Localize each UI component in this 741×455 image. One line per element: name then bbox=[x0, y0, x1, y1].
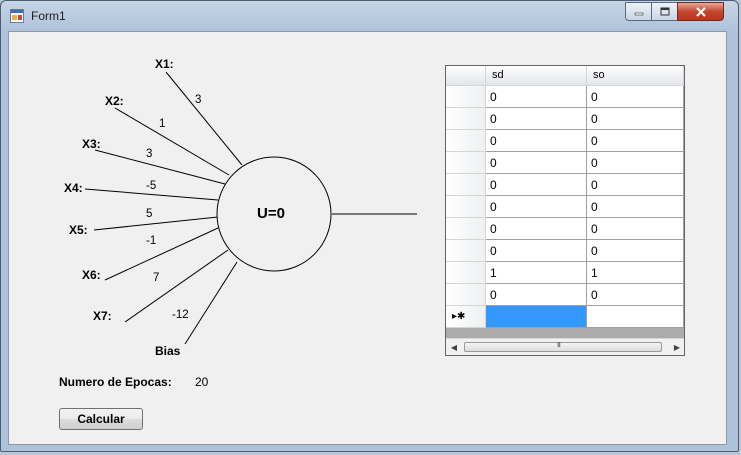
app-icon bbox=[10, 9, 24, 23]
input-label-x6: X6: bbox=[82, 268, 101, 282]
weight-value-x1: 3 bbox=[195, 94, 202, 106]
grid-header-row: sd so bbox=[446, 66, 684, 86]
cell-sd[interactable]: 0 bbox=[486, 284, 587, 306]
cell-sd[interactable]: 0 bbox=[486, 196, 587, 218]
scrollbar-grip: III bbox=[557, 342, 561, 349]
minimize-button[interactable] bbox=[625, 2, 652, 21]
input-line-x2 bbox=[114, 107, 230, 176]
weight-value-x5: 5 bbox=[146, 208, 153, 220]
weight-value-x4: -5 bbox=[146, 180, 157, 192]
row-header[interactable] bbox=[446, 218, 486, 240]
scroll-right-arrow-icon[interactable]: ▶ bbox=[671, 342, 683, 353]
epocas-label: Numero de Epocas: bbox=[59, 375, 172, 389]
maximize-button[interactable] bbox=[651, 2, 678, 21]
epocas-value: 20 bbox=[195, 375, 209, 389]
cell-so[interactable]: 0 bbox=[587, 284, 684, 306]
grid-corner-header[interactable] bbox=[446, 66, 486, 86]
neuron-output-label: U=0 bbox=[257, 205, 285, 222]
row-header[interactable] bbox=[446, 108, 486, 130]
row-header[interactable] bbox=[446, 284, 486, 306]
data-grid[interactable]: sd so 0 0 0 0 0 0 0 0 0 0 0 0 0 0 0 0 1 1 0 0 ▸✱ ◀ III ▶ bbox=[445, 65, 685, 356]
input-label-x1: X1: bbox=[155, 57, 174, 71]
cell-so[interactable]: 0 bbox=[587, 108, 684, 130]
column-header-sd[interactable]: sd bbox=[486, 66, 587, 86]
window-title: Form1 bbox=[31, 9, 66, 23]
weight-value-x2: 1 bbox=[159, 118, 166, 130]
cell-sd[interactable]: 0 bbox=[486, 130, 587, 152]
row-header[interactable] bbox=[446, 130, 486, 152]
table-row[interactable]: 00 bbox=[446, 240, 684, 262]
cell-sd[interactable]: 0 bbox=[486, 86, 587, 108]
table-row[interactable]: 00 bbox=[446, 152, 684, 174]
input-label-x7: X7: bbox=[93, 309, 112, 323]
table-row[interactable]: 00 bbox=[446, 196, 684, 218]
row-header[interactable] bbox=[446, 174, 486, 196]
table-row[interactable]: 11 bbox=[446, 262, 684, 284]
input-line-x6 bbox=[104, 227, 219, 281]
close-icon bbox=[695, 6, 706, 17]
weight-value-x3: 3 bbox=[146, 148, 153, 160]
form-client-area: X1: 3 X2: 1 X3: 3 X4: -5 X5: 5 X6: -1 X7… bbox=[8, 31, 727, 445]
table-row[interactable]: 00 bbox=[446, 218, 684, 240]
row-header[interactable] bbox=[446, 86, 486, 108]
input-label-x2: X2: bbox=[105, 94, 124, 108]
cell-sd[interactable]: 0 bbox=[486, 108, 587, 130]
close-button[interactable] bbox=[677, 2, 724, 21]
input-line-x5 bbox=[93, 216, 219, 231]
minimize-icon bbox=[634, 12, 643, 15]
row-header[interactable] bbox=[446, 152, 486, 174]
input-line-x1 bbox=[165, 71, 243, 166]
new-row[interactable]: ▸✱ bbox=[446, 306, 684, 328]
table-row[interactable]: 00 bbox=[446, 86, 684, 108]
cell-sd[interactable]: 0 bbox=[486, 174, 587, 196]
row-header[interactable] bbox=[446, 196, 486, 218]
bias-weight-value: -12 bbox=[172, 309, 189, 321]
row-header[interactable] bbox=[446, 240, 486, 262]
cell-so[interactable]: 0 bbox=[587, 130, 684, 152]
row-header[interactable] bbox=[446, 262, 486, 284]
cell-sd[interactable]: 0 bbox=[486, 218, 587, 240]
new-row-cell-so[interactable] bbox=[587, 306, 684, 328]
cell-so[interactable]: 0 bbox=[587, 196, 684, 218]
horizontal-scrollbar[interactable]: ◀ III ▶ bbox=[446, 338, 684, 355]
table-row[interactable]: 00 bbox=[446, 108, 684, 130]
cell-so[interactable]: 0 bbox=[587, 86, 684, 108]
weight-value-x6: -1 bbox=[146, 235, 157, 247]
new-row-cell-sd[interactable] bbox=[486, 306, 587, 328]
bias-label: Bias bbox=[155, 344, 181, 358]
input-label-x3: X3: bbox=[82, 137, 101, 151]
cell-sd[interactable]: 0 bbox=[486, 152, 587, 174]
cell-so[interactable]: 1 bbox=[587, 262, 684, 284]
input-label-x4: X4: bbox=[64, 181, 83, 195]
maximize-icon bbox=[660, 7, 669, 16]
input-label-x5: X5: bbox=[69, 223, 88, 237]
cell-so[interactable]: 0 bbox=[587, 218, 684, 240]
table-row[interactable]: 00 bbox=[446, 174, 684, 196]
cell-so[interactable]: 0 bbox=[587, 240, 684, 262]
cell-so[interactable]: 0 bbox=[587, 152, 684, 174]
neuron-diagram bbox=[84, 71, 417, 345]
title-bar[interactable]: Form1 bbox=[1, 1, 738, 31]
weight-value-x7: 7 bbox=[153, 272, 160, 284]
cell-sd[interactable]: 1 bbox=[486, 262, 587, 284]
cell-sd[interactable]: 0 bbox=[486, 240, 587, 262]
scrollbar-thumb[interactable]: III bbox=[464, 342, 662, 352]
new-row-marker-icon[interactable]: ▸✱ bbox=[446, 306, 486, 328]
column-header-so[interactable]: so bbox=[587, 66, 684, 86]
application-window: Form1 X1: 3 X2: 1 X3: 3 X4: -5 X5: 5 X6:… bbox=[0, 0, 739, 452]
input-line-x3 bbox=[94, 149, 226, 185]
table-row[interactable]: 00 bbox=[446, 130, 684, 152]
calcular-button[interactable]: Calcular bbox=[59, 408, 143, 430]
cell-so[interactable]: 0 bbox=[587, 174, 684, 196]
scroll-left-arrow-icon[interactable]: ◀ bbox=[448, 342, 460, 353]
table-row[interactable]: 00 bbox=[446, 284, 684, 306]
